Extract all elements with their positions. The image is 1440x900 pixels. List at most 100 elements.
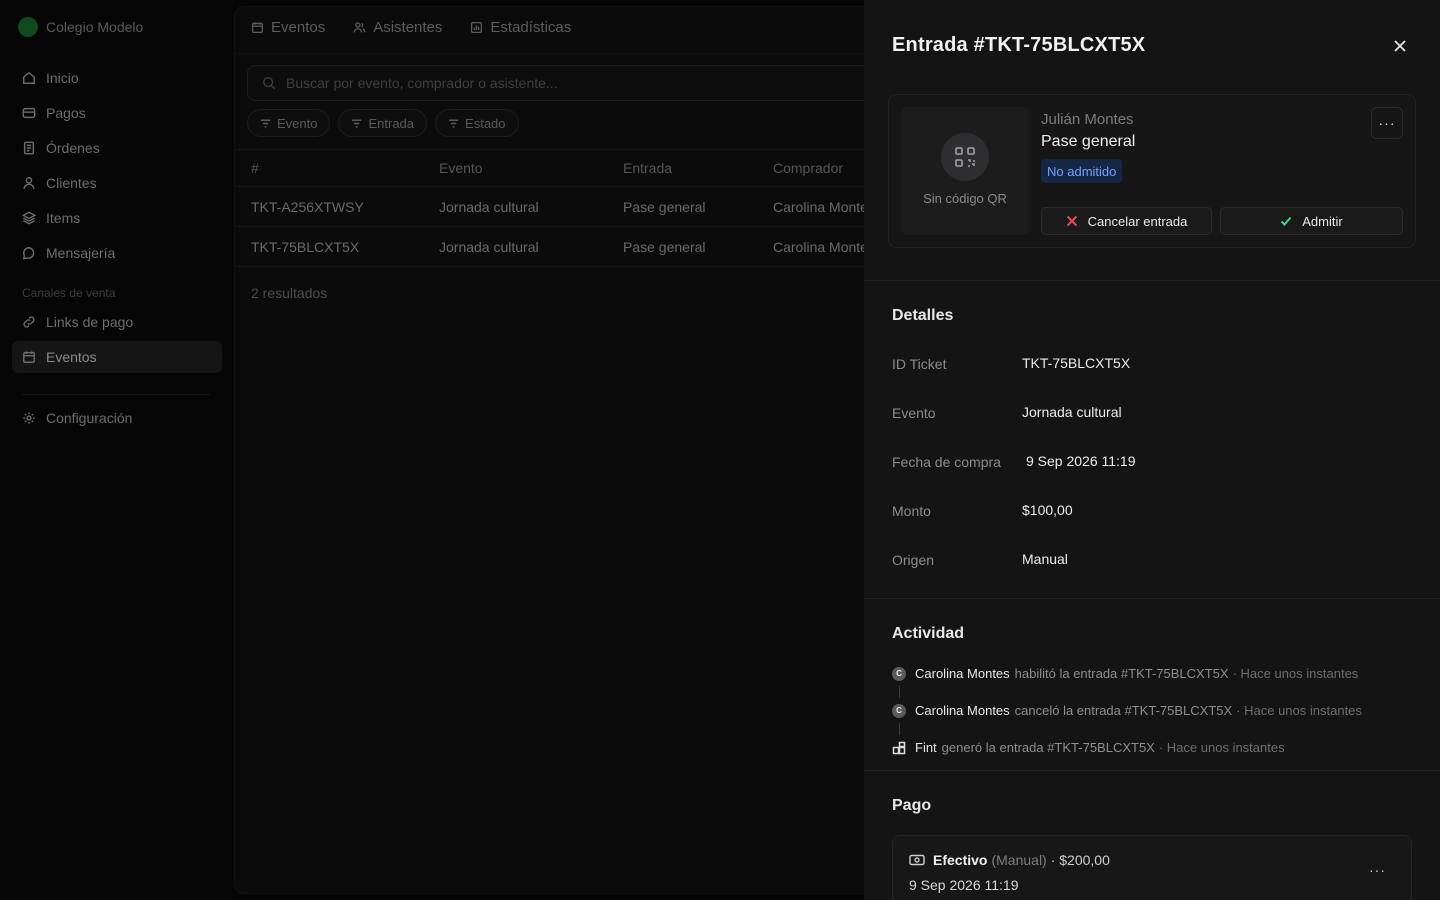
sidebar-item-label: Links de pago [46,314,134,330]
filter-label: Estado [465,115,506,131]
activity-title: Actividad [892,625,965,642]
layers-icon [22,211,36,225]
admit-button[interactable]: Admitir [1220,207,1403,235]
payment-card[interactable]: Efectivo (Manual) · $200,00 9 Sep 2026 1… [892,835,1412,900]
sidebar-item-label: Pagos [46,105,86,121]
user-icon [23,177,35,189]
tab-label: Asistentes [373,19,443,36]
timeline-connector [899,723,900,735]
column-header[interactable]: Comprador [773,150,843,186]
sidebar-item-label: Configuración [46,410,133,426]
filter-estado[interactable]: Estado [435,109,519,137]
sidebar-item-mensajeria[interactable]: Mensajería [12,237,222,269]
detail-label-id: ID Ticket [892,356,947,372]
qr-code-icon [955,147,975,167]
detail-value-date: 9 Sep 2026 11:19 [1026,453,1136,469]
payment-kind: (Manual) [991,852,1047,868]
ticket-holder: Julián Montes [1041,111,1134,128]
search-placeholder: Buscar por evento, comprador o asistente… [286,75,558,91]
tab-asistentes[interactable]: Asistentes [353,19,442,36]
sidebar-item-items[interactable]: Items [12,202,222,234]
filter-icon [352,119,362,127]
tab-eventos[interactable]: Eventos [251,19,325,36]
sidebar-item-label: Inicio [46,70,79,86]
chat-icon [22,247,35,260]
close-icon [1394,40,1406,52]
sidebar: Colegio Modelo Inicio Pagos Órdenes Clie… [0,0,234,900]
pass-cell: Pase general [623,198,706,215]
timeline-connector [899,686,900,698]
activity-time: · Hace unos instantes [1158,740,1285,755]
filter-entrada[interactable]: Entrada [338,109,428,137]
sidebar-item-pagos[interactable]: Pagos [12,97,222,129]
qr-circle [941,133,989,181]
sidebar-divider [22,394,210,395]
brand[interactable]: Colegio Modelo [18,17,143,37]
x-icon [1066,215,1077,227]
sidebar-item-ordenes[interactable]: Órdenes [12,132,222,164]
filter-bar: Evento Entrada Estado [247,109,519,137]
system-icon [892,741,906,755]
buyer-cell: Carolina Montes [773,198,875,215]
column-header[interactable]: Entrada [623,150,672,186]
details-title: Detalles [892,307,954,324]
payment-title: Pago [892,797,932,814]
filter-label: Evento [277,115,318,131]
button-label: Cancelar entrada [1087,213,1188,229]
more-options-button[interactable]: ··· [1371,107,1403,139]
detail-value-origin: Manual [1022,551,1068,567]
results-count: 2 resultados [251,285,328,301]
section-divider [864,770,1440,771]
sidebar-item-label: Órdenes [46,140,100,156]
sidebar-item-label: Clientes [46,175,97,191]
event-cell: Jornada cultural [439,238,539,255]
activity-actor: Fint [915,740,937,755]
ticket-drawer: Entrada #TKT-75BLCXT5X Sin código QR Jul… [864,0,1440,900]
column-header[interactable]: # [251,150,259,186]
payment-more-button[interactable]: ··· [1369,862,1386,878]
activity-text: canceló la entrada #TKT-75BLCXT5X [1014,703,1233,718]
users-icon [353,22,366,33]
check-icon [1281,216,1292,226]
event-cell: Jornada cultural [439,198,539,215]
avatar: C [892,703,906,718]
sidebar-item-label: Eventos [46,349,97,365]
activity-text: habilitó la entrada #TKT-75BLCXT5X [1014,666,1229,681]
filter-evento[interactable]: Evento [247,109,331,137]
link-icon [23,316,35,328]
sidebar-item-inicio[interactable]: Inicio [12,62,222,94]
pass-cell: Pase general [623,238,706,255]
sidebar-item-clientes[interactable]: Clientes [12,167,222,199]
search-icon [263,77,276,90]
sidebar-item-links-de-pago[interactable]: Links de pago [12,306,222,338]
sidebar-item-label: Mensajería [46,245,116,261]
sidebar-item-configuracion[interactable]: Configuración [12,402,222,434]
qr-placeholder: Sin código QR [901,107,1029,235]
activity-item: C Carolina Montes canceló la entrada #TK… [892,703,1362,718]
button-label: Admitir [1302,213,1343,229]
cash-icon [909,854,925,866]
ticket-id-cell: TKT-A256XTWSY [251,198,364,215]
card-icon [22,107,36,119]
calendar-icon [251,22,264,34]
column-header[interactable]: Evento [439,150,483,186]
detail-label-event: Evento [892,405,936,421]
close-button[interactable] [1390,36,1410,56]
detail-value-event: Jornada cultural [1022,404,1122,420]
section-divider [864,598,1440,599]
activity-item: Fint generó la entrada #TKT-75BLCXT5X · … [892,740,1285,755]
section-divider [864,280,1440,281]
home-icon [23,71,35,84]
tab-estadisticas[interactable]: Estadísticas [470,19,571,36]
buyer-cell: Carolina Montes [773,238,875,255]
avatar: C [892,666,906,681]
activity-time: · Hace unos instantes [1232,666,1359,681]
filter-icon [448,119,459,127]
tab-label: Eventos [271,19,326,36]
activity-item: C Carolina Montes habilitó la entrada #T… [892,666,1358,681]
brand-logo [18,17,38,37]
cancel-ticket-button[interactable]: Cancelar entrada [1041,207,1212,235]
status-badge: No admitido [1041,159,1123,183]
sidebar-item-eventos[interactable]: Eventos [12,341,222,373]
tab-label: Estadísticas [490,19,572,36]
